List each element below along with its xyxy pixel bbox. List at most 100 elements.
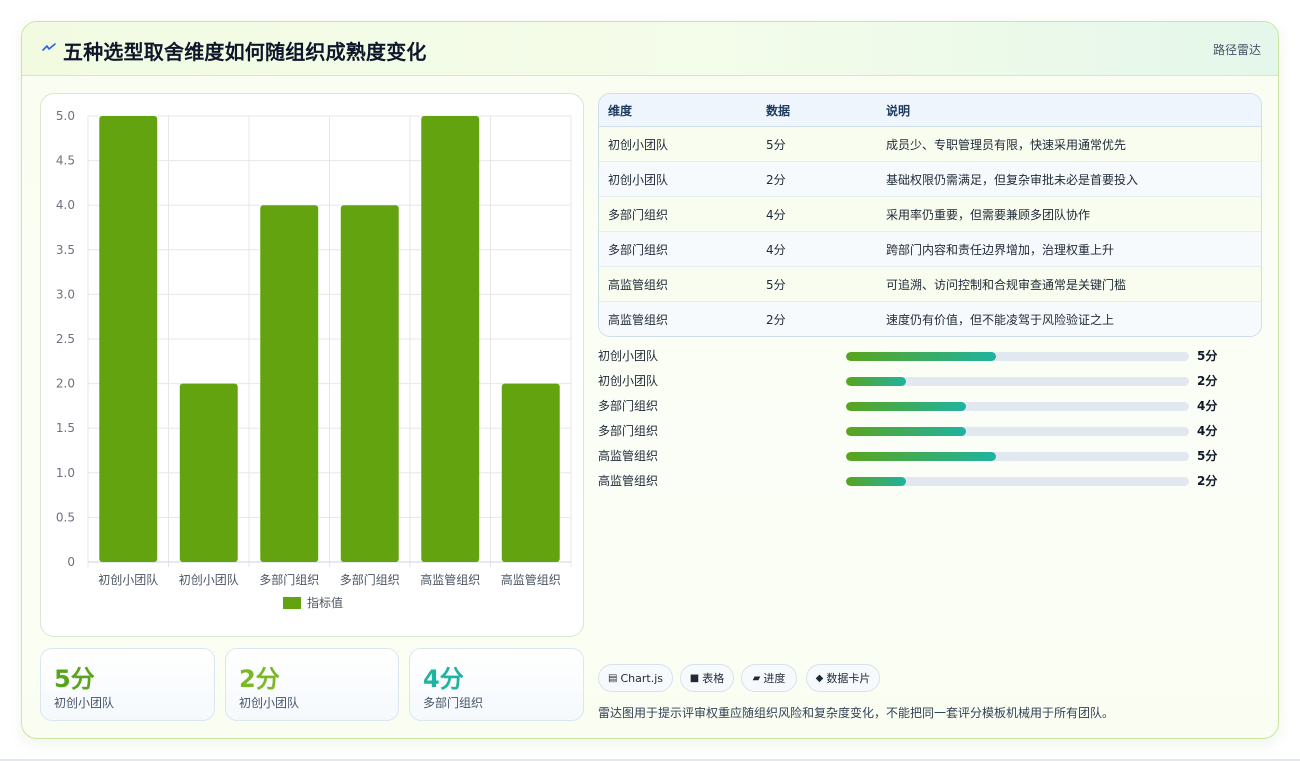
progress-value: 4分 <box>1197 424 1218 438</box>
progress-row: 初创小团队 5分 <box>598 347 1262 365</box>
table-row: 初创小团队 2分 基础权限仍需满足，但复杂审批未必是首要投入 <box>599 162 1261 197</box>
table-row: 多部门组织 4分 跨部门内容和责任边界增加，治理权重上升 <box>599 232 1261 267</box>
cell-description: 速度仍有价值，但不能凌驾于风险验证之上 <box>886 313 1115 327</box>
main-card: 五种选型取舍维度如何随组织成熟度变化 路径雷达 0 0.5 1.0 1.5 2.0 2.5… <box>21 21 1279 739</box>
y-tick-label: 2.5 <box>56 332 75 346</box>
progress-fill <box>846 352 997 361</box>
x-tick-label: 多部门组织 <box>259 572 319 587</box>
cell-data: 2分 <box>766 313 786 327</box>
progress-row: 高监管组织 5分 <box>598 447 1262 465</box>
table-icon: ■ <box>689 672 700 684</box>
stat-card: 2分 初创小团队 <box>225 648 399 721</box>
card-icon: ◆ <box>815 672 824 684</box>
progress-label: 高监管组织 <box>598 449 659 463</box>
y-tick-label: 2.0 <box>56 377 75 391</box>
progress-value: 4分 <box>1197 399 1218 413</box>
progress-value: 2分 <box>1197 474 1218 488</box>
chip-label: 表格 <box>702 672 725 685</box>
cell-data: 5分 <box>766 277 786 292</box>
bar <box>99 116 158 562</box>
legend-label: 指标值 <box>307 595 343 610</box>
y-tick-label: 5.0 <box>56 109 75 123</box>
bar-chart-panel: 0 0.5 1.0 1.5 2.0 2.5 3.0 3.5 4.0 4.5 5.0 初创小团队 初创小团… <box>40 93 584 637</box>
chart-icon: ▤ <box>608 672 618 684</box>
progress-row: 多部门组织 4分 <box>598 397 1262 415</box>
x-tick-label: 初创小团队 <box>179 572 239 587</box>
bar <box>260 205 319 562</box>
y-tick-label: 0.5 <box>56 510 75 524</box>
y-tick-label: 0 <box>67 555 75 569</box>
chip-label: Chart.js <box>620 671 663 685</box>
cell-data: 4分 <box>766 242 786 257</box>
lightning-icon <box>42 41 56 55</box>
x-tick-label: 多部门组织 <box>340 572 400 587</box>
cell-description: 可追溯、访问控制和合规审查通常是关键门槛 <box>886 277 1127 292</box>
progress-label: 初创小团队 <box>598 349 659 363</box>
bar <box>501 383 560 562</box>
page-title: 五种选型取舍维度如何随组织成熟度变化 <box>63 40 427 64</box>
progress-track <box>846 377 1189 386</box>
cell-data: 5分 <box>766 137 786 152</box>
table-row: 高监管组织 5分 可追溯、访问控制和合规审查通常是关键门槛 <box>599 267 1261 302</box>
progress-value: 5分 <box>1197 449 1218 463</box>
progress-row: 初创小团队 2分 <box>598 372 1262 390</box>
progress-fill <box>846 477 907 486</box>
cell-dimension: 初创小团队 <box>608 137 669 152</box>
x-tick-label: 高监管组织 <box>420 572 480 587</box>
y-tick-label: 3.5 <box>56 243 75 257</box>
progress-row: 多部门组织 4分 <box>598 422 1262 440</box>
progress-value: 2分 <box>1197 374 1218 388</box>
chip-chartjs[interactable]: ▤ Chart.js <box>598 664 673 692</box>
cell-dimension: 多部门组织 <box>608 242 669 257</box>
column-header-data: 数据 <box>766 103 791 118</box>
stat-value: 4分 <box>423 665 464 693</box>
cell-dimension: 初创小团队 <box>608 172 669 187</box>
stat-label: 初创小团队 <box>239 696 300 710</box>
table-row: 高监管组织 2分 速度仍有价值，但不能凌驾于风险验证之上 <box>599 302 1261 336</box>
bar <box>340 205 399 562</box>
y-tick-label: 1.0 <box>56 466 75 480</box>
progress-track <box>846 352 1189 361</box>
chip-progress[interactable]: ▰ 进度 <box>741 664 797 692</box>
table-row: 多部门组织 4分 采用率仍重要，但需要兼顾多团队协作 <box>599 197 1261 232</box>
stat-card: 5分 初创小团队 <box>40 648 215 721</box>
stat-value: 2分 <box>239 665 280 693</box>
table-row: 初创小团队 5分 成员少、专职管理员有限，快速采用通常优先 <box>599 127 1261 162</box>
x-tick-label: 高监管组织 <box>501 572 561 587</box>
column-header-dimension: 维度 <box>608 103 633 118</box>
bar-chart: 0 0.5 1.0 1.5 2.0 2.5 3.0 3.5 4.0 4.5 5.0 初创小团队 初创小团… <box>56 109 572 610</box>
progress-fill <box>846 402 967 411</box>
progress-label: 初创小团队 <box>598 374 659 388</box>
data-table: 维度 数据 说明 初创小团队 5分 成员少、专职管理员有限，快速采用通常优先 初… <box>598 93 1262 337</box>
cell-dimension: 高监管组织 <box>608 277 669 292</box>
chip-label: 进度 <box>763 672 786 685</box>
cell-description: 跨部门内容和责任边界增加，治理权重上升 <box>886 242 1115 257</box>
cell-description: 基础权限仍需满足，但复杂审批未必是首要投入 <box>886 172 1139 187</box>
progress-label: 多部门组织 <box>598 424 659 438</box>
cell-data: 2分 <box>766 172 786 187</box>
progress-track <box>846 427 1189 436</box>
chip-data-card[interactable]: ◆ 数据卡片 <box>806 664 880 692</box>
cell-description: 采用率仍重要，但需要兼顾多团队协作 <box>886 207 1091 222</box>
cell-data: 4分 <box>766 207 786 222</box>
legend-swatch <box>283 597 301 609</box>
bar <box>421 116 480 562</box>
progress-label: 多部门组织 <box>598 399 659 413</box>
cell-description: 成员少、专职管理员有限，快速采用通常优先 <box>886 137 1127 152</box>
table-header: 维度 数据 说明 <box>599 94 1261 127</box>
y-tick-label: 4.5 <box>56 154 75 168</box>
footnote: 雷达图用于提示评审权重应随组织风险和复杂度变化，不能把同一套评分模板机械用于所有… <box>598 706 1115 720</box>
y-tick-label: 1.5 <box>56 421 75 435</box>
progress-track <box>846 452 1189 461</box>
stat-label: 初创小团队 <box>54 696 115 710</box>
progress-icon: ▰ <box>752 672 761 684</box>
stat-card: 4分 多部门组织 <box>409 648 584 721</box>
path-radar-link[interactable]: 路径雷达 <box>1213 41 1261 58</box>
progress-value: 5分 <box>1197 349 1218 363</box>
cell-dimension: 多部门组织 <box>608 207 669 222</box>
y-tick-label: 3.0 <box>56 287 75 301</box>
progress-label: 高监管组织 <box>598 474 659 488</box>
chip-table[interactable]: ■ 表格 <box>680 664 734 692</box>
card-header: 五种选型取舍维度如何随组织成熟度变化 路径雷达 <box>22 22 1278 76</box>
stat-value: 5分 <box>54 665 95 693</box>
